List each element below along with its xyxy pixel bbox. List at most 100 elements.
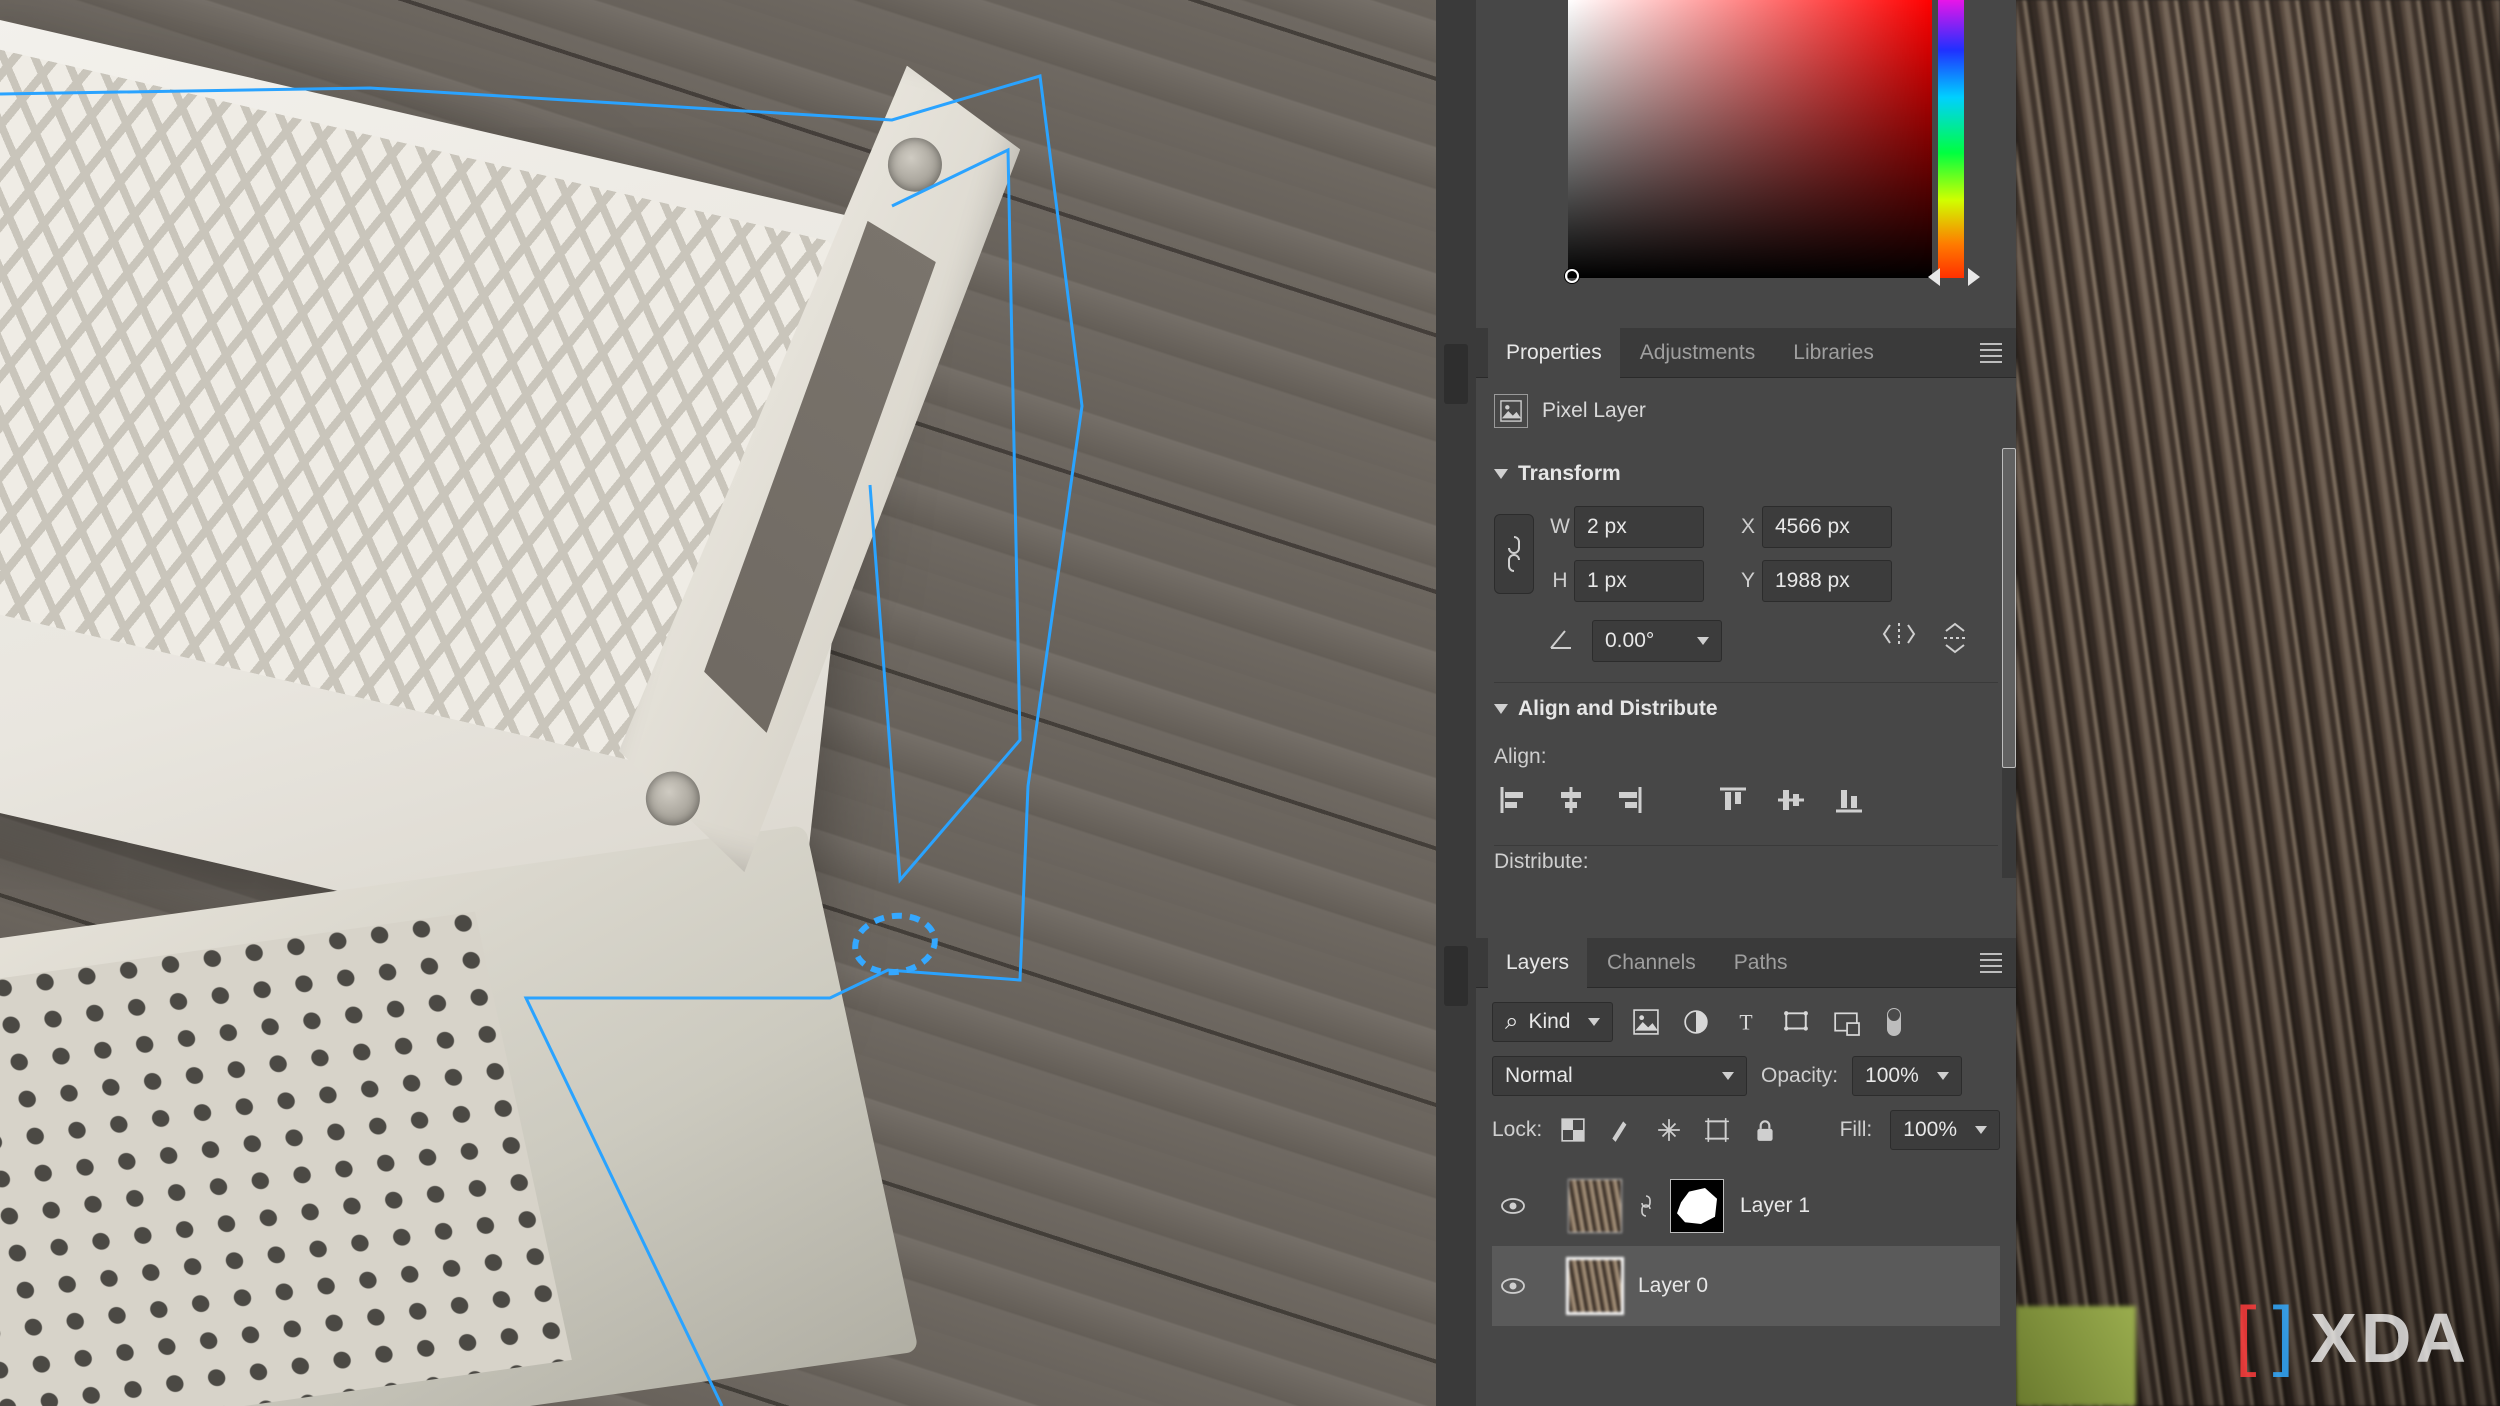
tab-paths[interactable]: Paths	[1716, 938, 1806, 988]
lock-label: Lock:	[1492, 1118, 1542, 1142]
caret-down-icon	[1722, 1072, 1734, 1080]
panel-gutter-grip[interactable]	[1444, 344, 1468, 404]
flip-vertical-button[interactable]	[1942, 621, 1968, 661]
layer-filter-kind-dropdown[interactable]: ⌕ Kind	[1492, 1002, 1613, 1042]
angle-icon	[1546, 625, 1576, 657]
lock-all-button[interactable]	[1752, 1117, 1778, 1143]
canvas-right-image[interactable]	[2016, 0, 2500, 1406]
color-field[interactable]	[1568, 0, 1932, 278]
fur-shading	[2016, 0, 2500, 1406]
transform-grid: W 2 px X 4566 px H 1 px Y 1988 px	[1494, 506, 1998, 602]
flip-horizontal-button[interactable]	[1882, 621, 1916, 661]
kind-label: Kind	[1528, 1010, 1570, 1034]
opacity-input[interactable]: 100%	[1852, 1056, 1962, 1096]
panel-gutter	[1436, 0, 1476, 1406]
lock-artboard-button[interactable]	[1704, 1117, 1730, 1143]
fill-label: Fill:	[1840, 1118, 1873, 1142]
blend-mode-value: Normal	[1505, 1064, 1573, 1088]
layers-panel: Layers Channels Paths ⌕ Kind T	[1476, 938, 2016, 1406]
caret-down-icon	[1975, 1126, 1987, 1134]
filter-toggle[interactable]	[1887, 1008, 1901, 1036]
opacity-value: 100%	[1865, 1064, 1919, 1088]
layers-tab-row: Layers Channels Paths	[1476, 938, 2016, 988]
hue-slider[interactable]	[1938, 0, 1964, 278]
blend-opacity-row: Normal Opacity: 100%	[1492, 1056, 2000, 1096]
y-input[interactable]: 1988 px	[1762, 560, 1892, 602]
angle-value: 0.00°	[1605, 629, 1654, 653]
blend-mode-dropdown[interactable]: Normal	[1492, 1056, 1747, 1096]
lock-transparency-button[interactable]	[1560, 1117, 1586, 1143]
align-section-header[interactable]: Align and Distribute	[1494, 682, 1998, 733]
x-input[interactable]: 4566 px	[1762, 506, 1892, 548]
filter-adjustment-icon[interactable]	[1683, 1009, 1709, 1035]
layer-name[interactable]: Layer 0	[1638, 1274, 1708, 1298]
watermark-text: XDA	[2310, 1298, 2470, 1378]
align-header-label: Align and Distribute	[1518, 697, 1718, 721]
layer-filter-row: ⌕ Kind T	[1492, 1002, 2000, 1042]
filter-pixel-icon[interactable]	[1633, 1009, 1659, 1035]
height-input[interactable]: 1 px	[1574, 560, 1704, 602]
filter-shape-icon[interactable]	[1783, 1009, 1809, 1035]
subject-pc-case	[0, 80, 1112, 1406]
tab-properties[interactable]: Properties	[1488, 328, 1620, 378]
align-vcenter-button[interactable]	[1776, 785, 1806, 815]
align-icons-row	[1494, 785, 1998, 815]
lock-row: Lock: Fill: 100%	[1492, 1110, 2000, 1150]
layer-thumbnail[interactable]	[1568, 1179, 1622, 1233]
layer-type-label: Pixel Layer	[1542, 399, 1646, 423]
distribute-row: Distribute:	[1494, 845, 1998, 878]
align-left-button[interactable]	[1498, 785, 1528, 815]
tab-channels[interactable]: Channels	[1589, 938, 1714, 988]
hue-slider-pointer	[1968, 268, 1980, 286]
layer-thumbnail[interactable]	[1568, 1259, 1622, 1313]
filter-text-icon[interactable]: T	[1733, 1009, 1759, 1035]
panel-gutter-grip[interactable]	[1444, 946, 1468, 1006]
filter-smartobject-icon[interactable]	[1833, 1009, 1859, 1035]
align-bottom-button[interactable]	[1834, 785, 1864, 815]
align-right-button[interactable]	[1614, 785, 1644, 815]
tab-libraries[interactable]: Libraries	[1775, 328, 1892, 378]
canvas-left-image[interactable]	[0, 0, 1436, 1406]
lock-pixels-button[interactable]	[1608, 1117, 1634, 1143]
caret-down-icon	[1697, 637, 1709, 645]
fill-input[interactable]: 100%	[1890, 1110, 2000, 1150]
tab-adjustments[interactable]: Adjustments	[1622, 328, 1774, 378]
tab-layers[interactable]: Layers	[1488, 938, 1587, 988]
w-label: W	[1546, 515, 1574, 539]
properties-tab-row: Properties Adjustments Libraries	[1476, 328, 2016, 378]
scrollbar-thumb[interactable]	[2002, 448, 2016, 768]
lock-position-button[interactable]	[1656, 1117, 1682, 1143]
mask-link-icon[interactable]	[1638, 1195, 1654, 1217]
caret-down-icon	[1937, 1072, 1949, 1080]
layer-row[interactable]: Layer 1	[1492, 1166, 2000, 1246]
align-label: Align:	[1494, 745, 1998, 769]
chevron-down-icon	[1494, 469, 1508, 479]
angle-input[interactable]: 0.00°	[1592, 620, 1722, 662]
layer-mask-thumbnail[interactable]	[1670, 1179, 1724, 1233]
layer-row[interactable]: Layer 0	[1492, 1246, 2000, 1326]
visibility-toggle[interactable]	[1500, 1193, 1526, 1219]
layer-type-row: Pixel Layer	[1494, 394, 1998, 448]
properties-panel-body: Pixel Layer Transform W 2 px X 4566 px	[1476, 378, 2016, 878]
marching-ants-selection	[846, 904, 945, 984]
distribute-label: Distribute:	[1494, 850, 1589, 868]
h-label: H	[1546, 569, 1574, 593]
panel-menu-icon[interactable]	[1980, 343, 2002, 363]
transform-section-header[interactable]: Transform	[1494, 448, 1998, 498]
chevron-down-icon	[1494, 704, 1508, 714]
color-field-cursor	[1565, 269, 1579, 283]
layer-name[interactable]: Layer 1	[1740, 1194, 1810, 1218]
visibility-toggle[interactable]	[1500, 1273, 1526, 1299]
align-top-button[interactable]	[1718, 785, 1748, 815]
green-corner	[2016, 1306, 2136, 1406]
link-wh-button[interactable]	[1494, 514, 1534, 594]
case-side-perforation	[0, 912, 572, 1406]
panel-menu-icon[interactable]	[1980, 953, 2002, 973]
y-label: Y	[1734, 569, 1762, 593]
panel-stack: Properties Adjustments Libraries Pixel L…	[1436, 0, 2016, 1406]
width-input[interactable]: 2 px	[1574, 506, 1704, 548]
align-hcenter-button[interactable]	[1556, 785, 1586, 815]
fill-value: 100%	[1903, 1118, 1957, 1142]
properties-scrollbar[interactable]	[2002, 448, 2016, 878]
svg-text:T: T	[1740, 1011, 1753, 1035]
